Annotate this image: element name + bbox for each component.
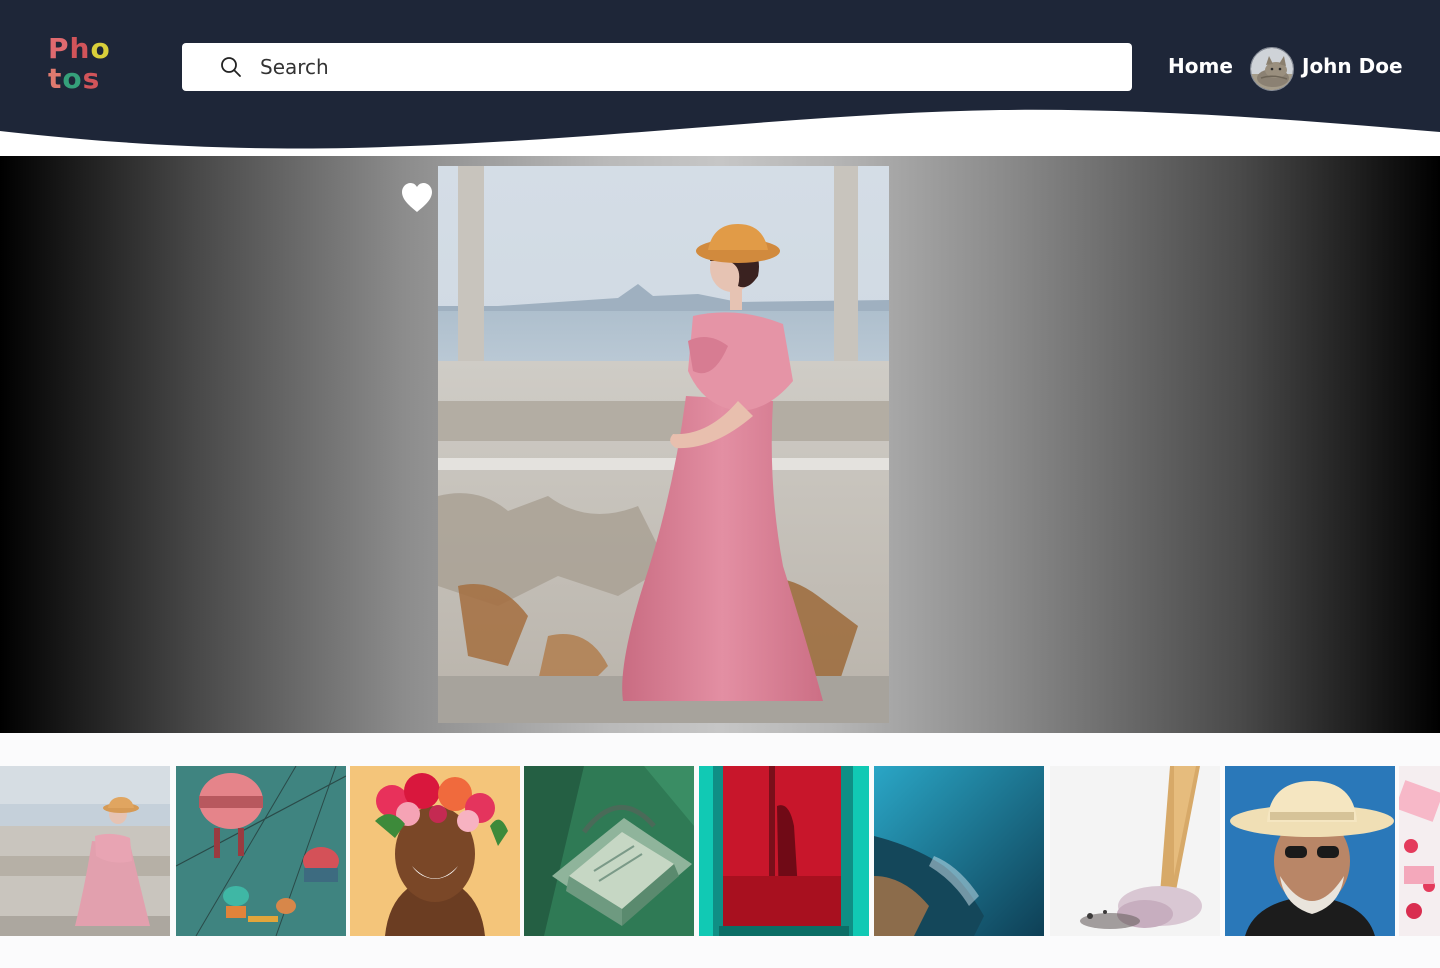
thumbnail-ice-cream-cone[interactable] [1050,766,1220,936]
thumbnail-pink-dessert[interactable] [1399,766,1440,936]
cable-cars-image [176,766,346,936]
thumbnail-green-radio[interactable] [524,766,694,936]
search-icon[interactable] [220,56,242,78]
ice-cream-cone-image [1050,766,1220,936]
thumbnail-cable-cars[interactable] [176,766,346,936]
logo-letter: h [69,32,91,65]
thumbnail-ocean-shore[interactable] [874,766,1044,936]
app-header: Pho tos Home John Doe [0,0,1440,156]
pink-dessert-image [1399,766,1440,936]
red-door-window-image [699,766,869,936]
avatar[interactable] [1250,47,1294,91]
thumbnail-red-door-window[interactable] [699,766,869,936]
logo-letter: o [90,32,111,65]
nav-home-link[interactable]: Home [1168,54,1233,82]
logo-letter: t [48,62,63,95]
woman-flower-crown-image [350,766,520,936]
search-input[interactable] [260,43,1110,91]
thumbnail-woman-in-pink-dress[interactable] [0,766,170,936]
woman-in-pink-dress-image [438,166,889,723]
woman-in-pink-dress-image [0,766,170,936]
search-bar [182,43,1132,91]
logo-letter: P [48,32,70,65]
logo-letter: s [82,62,101,95]
favorite-heart-icon[interactable] [400,182,434,214]
photo-viewer [0,156,1440,733]
app-logo[interactable]: Pho tos [48,34,118,94]
cat-avatar-icon [1251,48,1293,90]
man-in-hat-image [1225,766,1395,936]
logo-letter: o [62,62,83,95]
thumbnail-woman-flower-crown[interactable] [350,766,520,936]
thumbnail-strip [0,733,1440,968]
user-name[interactable]: John Doe [1302,54,1403,78]
featured-photo[interactable] [438,166,889,723]
ocean-shore-image [874,766,1044,936]
green-radio-image [524,766,694,936]
thumbnail-man-in-hat[interactable] [1225,766,1395,936]
